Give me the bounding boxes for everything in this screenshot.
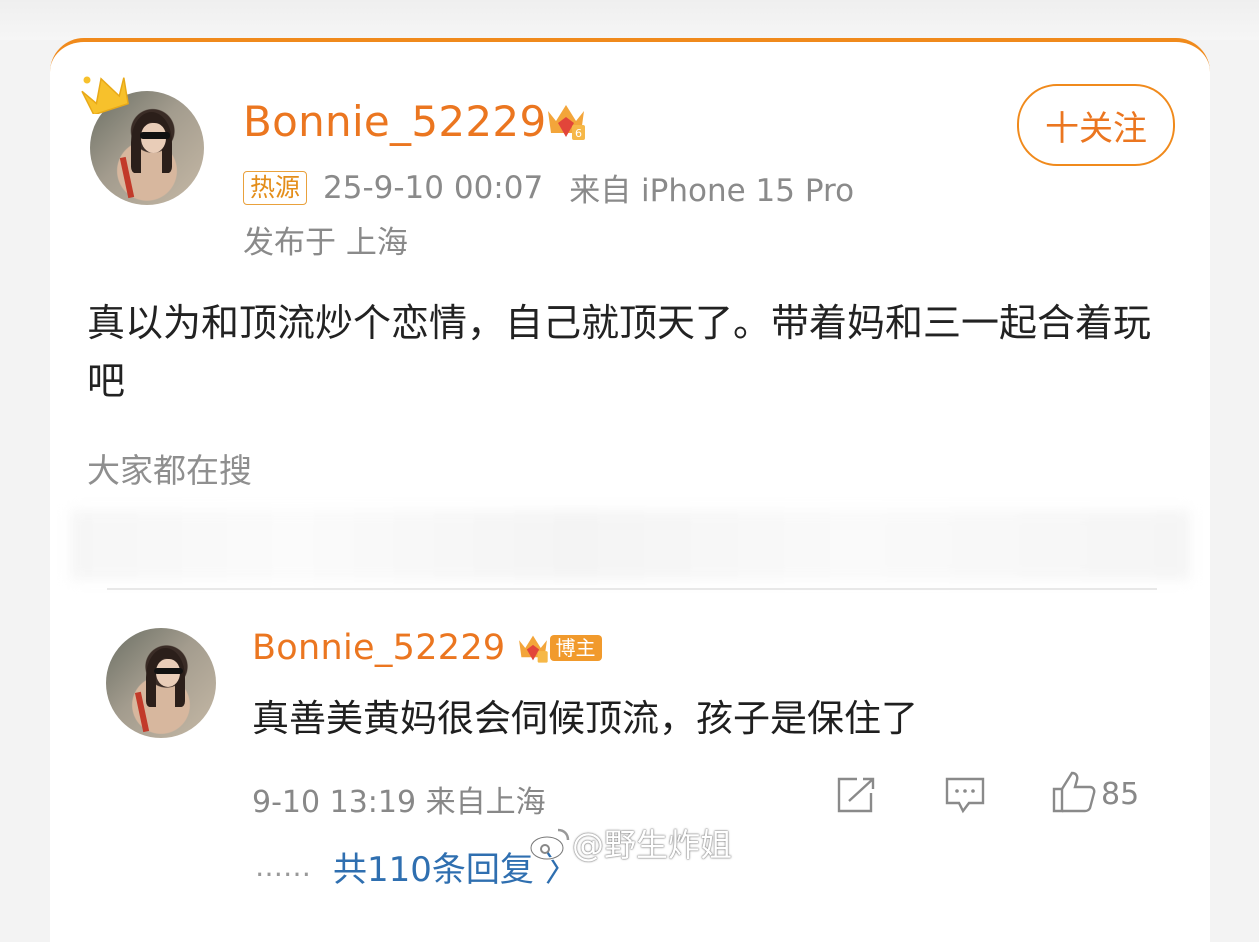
background-top: [0, 0, 1259, 40]
svg-text:6: 6: [575, 127, 582, 140]
commenter-username[interactable]: Bonnie_52229: [252, 628, 506, 668]
trending-search-label: 大家都在搜: [87, 451, 252, 490]
section-divider: [107, 588, 1157, 590]
post-card: Bonnie_52229 6 热源 25-9-10 00:07 来自 iPhon…: [50, 38, 1210, 942]
follow-button[interactable]: 十关注: [1017, 84, 1175, 166]
post-content: 真以为和顶流炒个恋情，自己就顶天了。带着妈和三一起合着玩吧: [87, 301, 1152, 403]
poster-username[interactable]: Bonnie_52229: [243, 97, 546, 146]
watermark: @野生炸姐: [528, 820, 732, 866]
commenter-name-row: Bonnie_52229 博主: [252, 628, 602, 668]
weibo-logo-icon: [529, 828, 570, 861]
comment-icon[interactable]: [943, 775, 987, 815]
crown-icon: [81, 76, 129, 114]
like-icon[interactable]: [1050, 769, 1098, 815]
repost-icon[interactable]: [833, 775, 877, 815]
vip-crown-badge-icon: 6: [548, 105, 585, 140]
post-location: 发布于 上海: [243, 225, 408, 261]
comment-text: 真善美黄妈很会伺候顶流，孩子是保住了: [252, 697, 918, 740]
comment-time-location: 9-10 13:19 来自上海: [252, 785, 546, 820]
like-count: 85: [1101, 777, 1140, 812]
post-meta-row: 热源 25-9-10 00:07 来自 iPhone 15 Pro: [243, 165, 854, 210]
author-badge: 博主: [549, 635, 602, 661]
commenter-avatar[interactable]: [106, 628, 216, 738]
watermark-text: @野生炸姐: [572, 826, 733, 864]
post-source: 来自 iPhone 15 Pro: [569, 173, 855, 209]
post-timestamp: 25-9-10 00:07: [323, 169, 544, 206]
vip-crown-badge-icon: [518, 635, 548, 663]
hot-source-badge[interactable]: 热源: [243, 170, 308, 205]
blurred-search-suggestions: [70, 510, 1190, 580]
